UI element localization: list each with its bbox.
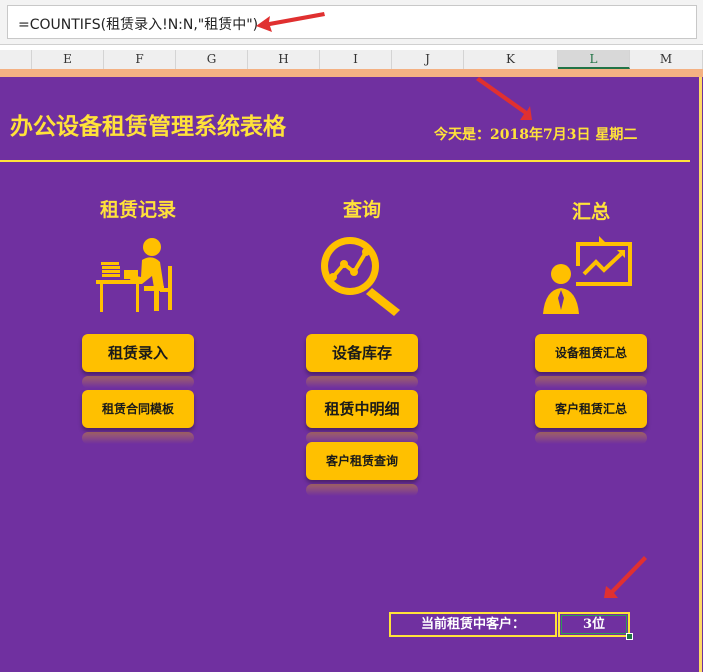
section-title-rental: 租赁记录 xyxy=(99,199,176,221)
dashboard-sheet xyxy=(0,77,703,672)
current-renting-customers-value[interactable]: 3位 xyxy=(558,612,630,637)
button-reflection xyxy=(306,376,418,388)
annotation-arrow-icon xyxy=(604,556,647,598)
column-e[interactable]: E xyxy=(32,50,104,69)
today-date: 今天是：2018年7月3日 星期二 xyxy=(434,127,638,143)
person-at-desk-icon xyxy=(96,236,180,314)
column-m[interactable]: M xyxy=(630,50,703,69)
section-title-summary: 汇总 xyxy=(571,201,610,223)
customer-rental-query-button[interactable]: 客户租赁查询 xyxy=(306,442,418,480)
title-divider xyxy=(0,160,690,162)
section-title-query: 查询 xyxy=(342,199,381,221)
renting-details-button[interactable]: 租赁中明细 xyxy=(306,390,418,428)
header-row-strip xyxy=(0,69,703,77)
column-i[interactable]: I xyxy=(320,50,392,69)
column-f[interactable]: F xyxy=(104,50,176,69)
current-renting-customers-label: 当前租赁中客户： xyxy=(389,612,557,637)
column-header-blank xyxy=(0,50,32,69)
button-reflection xyxy=(535,432,647,444)
presenter-chart-icon xyxy=(541,234,633,316)
rental-entry-button[interactable]: 租赁录入 xyxy=(82,334,194,372)
annotation-arrow-icon xyxy=(256,12,325,32)
column-g[interactable]: G xyxy=(176,50,248,69)
page-title: 办公设备租赁管理系统表格 xyxy=(10,113,286,140)
column-k[interactable]: K xyxy=(464,50,558,69)
column-header: E F G H I J K L M xyxy=(0,50,703,70)
button-reflection xyxy=(82,432,194,444)
column-j[interactable]: J xyxy=(392,50,464,69)
column-h[interactable]: H xyxy=(248,50,320,69)
button-reflection xyxy=(306,484,418,496)
column-l[interactable]: L xyxy=(558,50,630,69)
customer-rental-summary-button[interactable]: 客户租赁汇总 xyxy=(535,390,647,428)
formula-text: =COUNTIFS(租赁录入!N:N,"租赁中") xyxy=(18,17,259,33)
button-reflection xyxy=(535,376,647,388)
magnifier-chart-icon xyxy=(314,232,406,316)
formula-bar: =COUNTIFS(租赁录入!N:N,"租赁中") xyxy=(0,0,703,45)
fill-handle[interactable] xyxy=(626,633,633,640)
sheet-border xyxy=(699,77,702,672)
formula-input[interactable]: =COUNTIFS(租赁录入!N:N,"租赁中") xyxy=(7,5,697,39)
annotation-arrow-icon xyxy=(476,77,532,120)
equipment-inventory-button[interactable]: 设备库存 xyxy=(306,334,418,372)
equipment-rental-summary-button[interactable]: 设备租赁汇总 xyxy=(535,334,647,372)
button-reflection xyxy=(82,376,194,388)
rental-contract-template-button[interactable]: 租赁合同模板 xyxy=(82,390,194,428)
